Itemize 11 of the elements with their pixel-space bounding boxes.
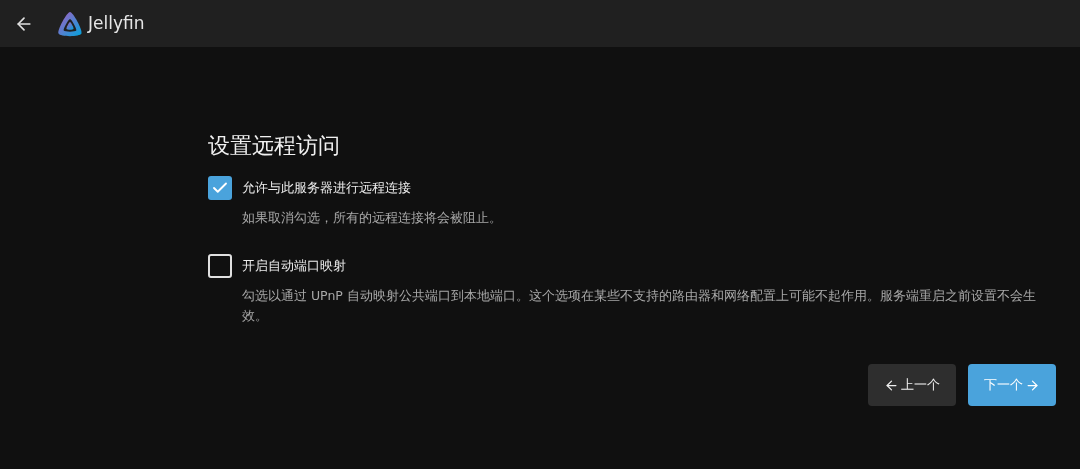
- arrow-right-icon: [1025, 377, 1040, 393]
- previous-button[interactable]: 上一个: [868, 364, 956, 406]
- option-label: 开启自动端口映射: [242, 257, 346, 276]
- option-label: 允许与此服务器进行远程连接: [242, 179, 411, 198]
- checkbox[interactable]: [208, 176, 232, 200]
- logo-icon: [56, 9, 84, 38]
- option-description: 如果取消勾选，所有的远程连接将会被阻止。: [242, 209, 503, 227]
- option-description: 勾选以通过 UPnP 自动映射公共端口到本地端口。这个选项在某些不支持的路由器和网络配置上可能不起作用。服务端重启之前设置不会生效。: [242, 287, 1037, 325]
- checkbox[interactable]: [208, 254, 232, 278]
- app-name: Jellyfin: [88, 11, 145, 35]
- page-title: 设置远程访问: [208, 132, 341, 160]
